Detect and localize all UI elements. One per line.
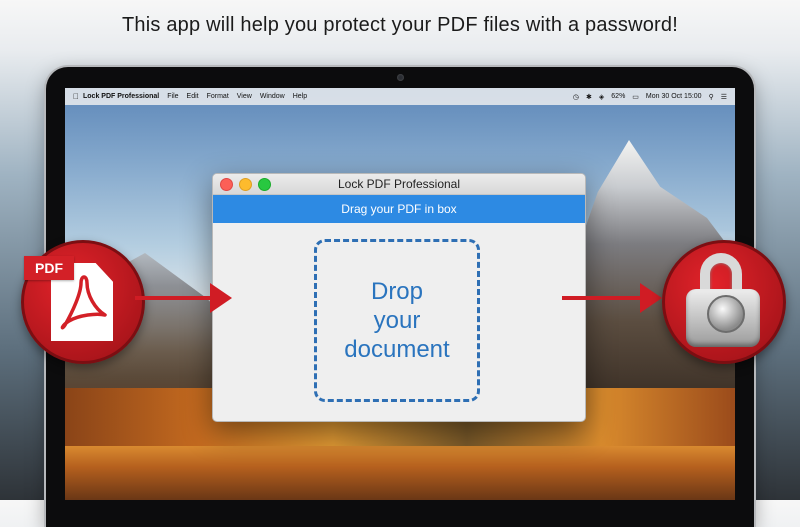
- padlock-dial: [707, 295, 745, 333]
- menu-edit[interactable]: Edit: [187, 93, 199, 100]
- camera-dot: [397, 74, 404, 81]
- drop-zone-label: Drop your document: [344, 278, 450, 363]
- battery-percent[interactable]: 62%: [611, 93, 625, 100]
- pdf-file-badge: PDF: [21, 240, 145, 364]
- menu-file[interactable]: File: [167, 93, 178, 100]
- instruction-bar: Drag your PDF in box: [213, 195, 585, 223]
- right-arrow-head: [640, 283, 662, 313]
- left-arrow-line: [135, 296, 215, 300]
- padlock-icon: [665, 243, 783, 361]
- minimize-button[interactable]: [239, 178, 252, 191]
- bluetooth-icon[interactable]: ✱: [586, 93, 592, 101]
- menu-window[interactable]: Window: [260, 93, 285, 100]
- zoom-button[interactable]: [258, 178, 271, 191]
- window-title: Lock PDF Professional: [337, 177, 461, 191]
- notification-center-icon[interactable]: ☰: [721, 93, 727, 101]
- battery-icon[interactable]: ▭: [632, 93, 639, 101]
- app-window: Lock PDF Professional Drag your PDF in b…: [212, 173, 586, 422]
- menu-bar:  Lock PDF Professional File Edit Format…: [65, 88, 735, 105]
- left-arrow-head: [210, 283, 232, 313]
- window-titlebar[interactable]: Lock PDF Professional: [213, 174, 585, 195]
- menu-view[interactable]: View: [237, 93, 252, 100]
- time-machine-icon[interactable]: ◷: [573, 93, 579, 101]
- close-button[interactable]: [220, 178, 233, 191]
- pdf-label: PDF: [24, 256, 74, 280]
- menu-app-name[interactable]: Lock PDF Professional: [83, 93, 159, 100]
- right-arrow-line: [562, 296, 644, 300]
- menu-clock[interactable]: Mon 30 Oct 15:00: [646, 93, 702, 100]
- apple-icon[interactable]: : [69, 92, 83, 101]
- menu-help[interactable]: Help: [293, 93, 307, 100]
- search-icon[interactable]: ⚲: [709, 93, 714, 101]
- wifi-icon[interactable]: ◈: [599, 93, 604, 101]
- lock-badge: [662, 240, 786, 364]
- lake-reflection: [65, 446, 735, 500]
- drop-zone[interactable]: Drop your document: [314, 239, 480, 402]
- promo-headline: This app will help you protect your PDF …: [122, 14, 678, 36]
- menu-format[interactable]: Format: [207, 93, 229, 100]
